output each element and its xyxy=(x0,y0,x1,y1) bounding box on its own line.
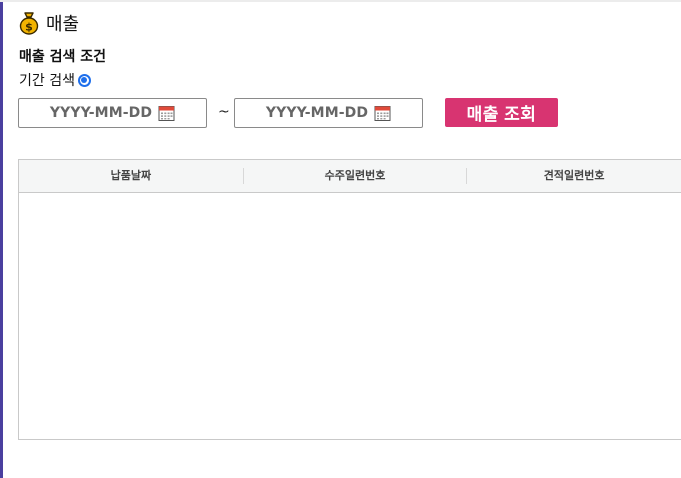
page-title: 매출 xyxy=(46,14,80,35)
period-search-label: 기간 검색 xyxy=(19,73,75,89)
column-header-delivery-date[interactable]: 납품날짜 xyxy=(19,168,244,184)
start-date-input[interactable]: YYYY-MM-DD xyxy=(18,98,207,128)
end-date-placeholder: YYYY-MM-DD xyxy=(265,105,369,121)
end-date-input[interactable]: YYYY-MM-DD xyxy=(234,98,423,128)
period-search-radio[interactable] xyxy=(77,73,91,87)
window-top-border xyxy=(0,0,681,2)
svg-text:$: $ xyxy=(25,21,33,34)
calendar-icon[interactable] xyxy=(374,105,391,122)
period-search-row: 기간 검색 xyxy=(19,70,91,90)
money-bag-icon: $ xyxy=(19,11,39,35)
column-header-order-serial[interactable]: 수주일련번호 xyxy=(244,168,468,184)
start-date-placeholder: YYYY-MM-DD xyxy=(49,105,153,121)
search-conditions-heading: 매출 검색 조건 xyxy=(19,49,107,65)
sales-search-button[interactable]: 매출 조회 xyxy=(445,98,558,127)
grid-header: 납품날짜 수주일련번호 견적일련번호 xyxy=(19,160,681,193)
column-header-quote-serial[interactable]: 견적일련번호 xyxy=(467,168,681,184)
sales-results-grid: 납품날짜 수주일련번호 견적일련번호 xyxy=(18,159,681,440)
date-range-separator: ~ xyxy=(218,104,230,120)
radio-selected-dot xyxy=(81,77,88,83)
page-header: $ 매출 xyxy=(19,10,79,36)
calendar-icon[interactable] xyxy=(158,105,175,122)
window-left-border xyxy=(0,0,3,478)
